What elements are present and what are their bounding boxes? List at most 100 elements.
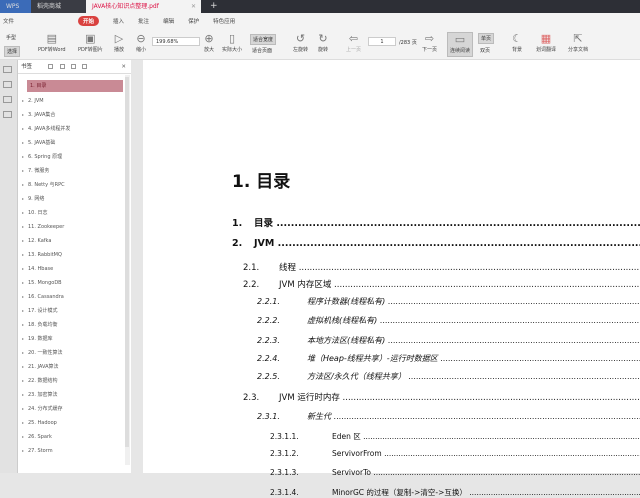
expand-arrow-icon[interactable]: ▸ [22,416,24,430]
bookmark-item[interactable]: ▸ 21. JAVA算法 [18,360,131,374]
bookmark-item[interactable]: ▸ 18. 负载均衡 [18,318,131,332]
bookmark-item[interactable]: ▸ 26. Spark [18,430,131,444]
bookmark-item[interactable]: ▸ 23. 加密算法 [18,388,131,402]
select-tool[interactable]: 选择 [4,46,21,57]
toc-entry[interactable]: 2. JVM ..................................… [143,238,640,249]
single-page-button[interactable]: 单页 [478,33,495,44]
menu-edit[interactable]: 编辑 [163,17,174,25]
continuous-read-button[interactable]: ▭ 连续阅读 [447,32,473,57]
bookmark-item[interactable]: ▸ 12. Kafka [18,234,131,248]
expand-arrow-icon[interactable]: ▸ [22,374,24,388]
bookmark-item[interactable]: ▸ 7. 微服务 [18,164,131,178]
zoom-out-button[interactable]: ⊖ 缩小 [136,32,146,53]
toc-entry[interactable]: 2.3. JVM 运行时内存 ..........................… [143,391,640,403]
toc-entry[interactable]: 2.2.2. 虚拟机栈(线程私有) .......................… [143,315,640,326]
expand-arrow-icon[interactable]: ▸ [22,402,24,416]
rotate-button[interactable]: ↻ 旋转 [318,32,328,53]
new-tab-button[interactable]: + [210,0,218,13]
bookmark-item[interactable]: ▸ 6. Spring 原理 [18,150,131,164]
play-button[interactable]: ▷ 播放 [114,32,124,53]
thumbnail-icon[interactable] [3,81,12,88]
page-input[interactable]: 1 [368,37,396,46]
bookmark-item[interactable]: ▸ 16. Cassandra [18,290,131,304]
toc-entry[interactable]: 2.3.1.1. Eden 区 .........................… [143,431,640,442]
bookmark-item[interactable]: 1. 目录 [27,80,123,92]
next-page-button[interactable]: ⇨ 下一页 [422,32,437,53]
expand-icon[interactable] [48,64,53,69]
expand-arrow-icon[interactable]: ▸ [22,220,24,234]
expand-arrow-icon[interactable]: ▸ [22,164,24,178]
zoom-select[interactable]: 199.68% [152,37,200,46]
toc-entry[interactable]: 2.3.1.4. MinorGC 的过程（复制->清空->互换） ........… [143,487,640,498]
fit-width-button[interactable]: 适合宽度 [250,34,277,45]
toc-entry[interactable]: 2.3.1.2. ServivorFrom ...................… [143,449,640,458]
bookmark-item[interactable]: ▸ 24. 分布式缓存 [18,402,131,416]
share-button[interactable]: ⇱ 分享文档 [568,32,588,53]
bookmark-item[interactable]: ▸ 8. Netty 与RPC [18,178,131,192]
bookmark-icon[interactable] [3,66,12,73]
collapse-icon[interactable] [60,64,65,69]
pdf-to-image-button[interactable]: ▣ PDF转图片 [78,32,103,53]
expand-arrow-icon[interactable]: ▸ [22,388,24,402]
bookmark-item[interactable]: ▸ 17. 设计模式 [18,304,131,318]
expand-arrow-icon[interactable]: ▸ [22,248,24,262]
bookmark-item[interactable]: ▸ 14. Hbase [18,262,131,276]
expand-arrow-icon[interactable]: ▸ [22,108,24,122]
toc-entry[interactable]: 2.2.3. 本地方法区(线程私有) ......................… [143,335,640,346]
menu-annotate[interactable]: 批注 [138,17,149,25]
annotation-icon[interactable] [3,96,12,103]
bookmark-item[interactable]: ▸ 27. Storm [18,444,131,458]
expand-arrow-icon[interactable]: ▸ [22,430,24,444]
bookmark-item[interactable]: ▸ 20. 一致性算法 [18,346,131,360]
menu-insert[interactable]: 插入 [113,17,124,25]
toc-entry[interactable]: 2.2.5. 方法区/永久代（线程共享） ....................… [143,371,640,382]
bookmark-item[interactable]: ▸ 9. 网络 [18,192,131,206]
expand-arrow-icon[interactable]: ▸ [22,276,24,290]
expand-arrow-icon[interactable]: ▸ [22,346,24,360]
close-icon[interactable]: ✕ [191,0,196,13]
prev-page-button[interactable]: ⇦ 上一页 [346,32,361,53]
expand-arrow-icon[interactable]: ▸ [22,234,24,248]
bookmark-item[interactable]: ▸ 19. 数据库 [18,332,131,346]
expand-arrow-icon[interactable]: ▸ [22,192,24,206]
menu-start[interactable]: 开始 [78,16,100,26]
tab-shop[interactable]: 稻壳商城 [31,0,86,13]
bookmark-item[interactable]: ▸ 15. MongoDB [18,276,131,290]
expand-arrow-icon[interactable]: ▸ [22,136,24,150]
expand-arrow-icon[interactable]: ▸ [22,332,24,346]
hand-tool[interactable]: 手型 [4,33,18,42]
expand-arrow-icon[interactable]: ▸ [22,304,24,318]
toc-entry[interactable]: 2.2. JVM 内存区域 ...........................… [143,278,640,290]
toc-entry[interactable]: 2.2.4. 堆（Heap-线程共享）-运行时数据区 ..............… [143,353,640,364]
actual-size-button[interactable]: ▯ 实际大小 [222,32,242,53]
delete-bookmark-icon[interactable] [82,64,87,69]
zoom-in-button[interactable]: ⊕ 放大 [204,32,214,53]
rotate-left-button[interactable]: ↺ 左旋转 [293,32,308,53]
toc-entry[interactable]: 1. 目录 ...................................… [143,215,640,229]
expand-arrow-icon[interactable]: ▸ [22,290,24,304]
expand-arrow-icon[interactable]: ▸ [22,178,24,192]
bookmark-item[interactable]: ▸ 4. JAVA多线程并发 [18,122,131,136]
attachment-icon[interactable] [3,111,12,118]
toc-entry[interactable]: 2.3.1. 新生代 ..............................… [143,411,640,422]
add-bookmark-icon[interactable] [71,64,76,69]
toc-entry[interactable]: 2.1. 线程 .................................… [143,261,640,273]
expand-arrow-icon[interactable]: ▸ [22,318,24,332]
bookmark-item[interactable]: ▸ 3. JAVA集合 [18,108,131,122]
toc-entry[interactable]: 2.2.1. 程序计数器(线程私有) ......................… [143,296,640,307]
pdf-to-word-button[interactable]: ▤ PDF转Word [38,32,66,53]
double-page-button[interactable]: 双页 [478,46,492,55]
expand-arrow-icon[interactable]: ▸ [22,94,24,108]
translate-button[interactable]: ▦ 划词翻译 [536,32,556,53]
menu-file[interactable]: 文件 [3,17,14,25]
scrollbar[interactable] [125,75,130,465]
bookmark-item[interactable]: ▸ 25. Hadoop [18,416,131,430]
expand-arrow-icon[interactable]: ▸ [22,206,24,220]
expand-arrow-icon[interactable]: ▸ [22,122,24,136]
scrollbar-thumb[interactable] [125,77,129,447]
expand-arrow-icon[interactable]: ▸ [22,360,24,374]
tab-document[interactable]: JAVA核心知识点整理.pdf ✕ [86,0,201,13]
bookmark-item[interactable]: ▸ 11. Zookeeper [18,220,131,234]
bookmark-item[interactable]: ▸ 22. 数据结构 [18,374,131,388]
tab-wps[interactable]: WPS [0,0,31,13]
